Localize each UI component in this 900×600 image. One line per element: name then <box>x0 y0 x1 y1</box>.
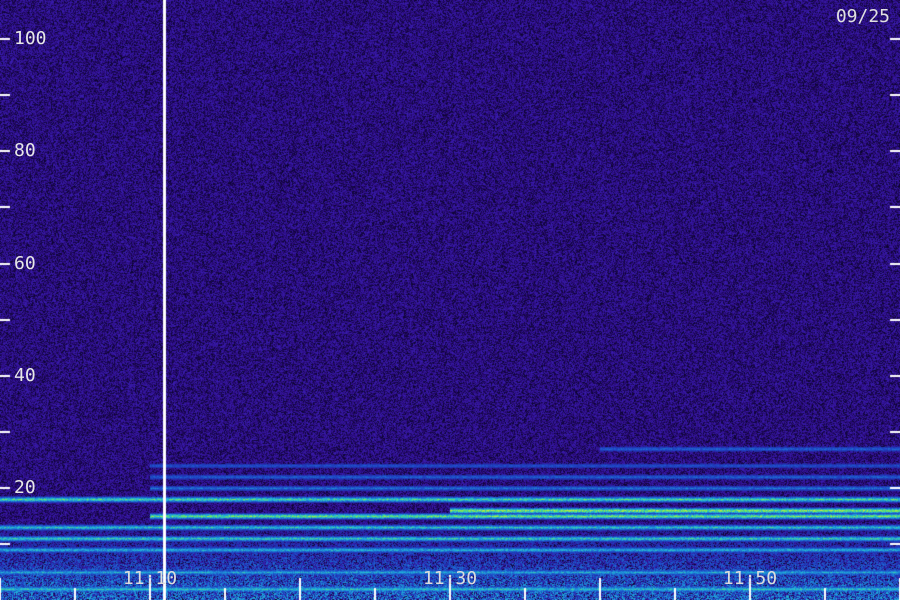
x-tick-label-1130: 11:30 <box>422 568 478 589</box>
date-stamp: 09/25 <box>835 6 890 27</box>
x-tick-label-1110: 11:10 <box>122 568 178 589</box>
y-tick-label-100: 100 <box>14 28 47 50</box>
spectrogram-heatmap <box>0 0 900 600</box>
y-tick-label-20: 20 <box>14 476 36 498</box>
y-tick-label-40: 40 <box>14 364 36 386</box>
y-tick-label-60: 60 <box>14 252 36 274</box>
x-tick-label-1150: 11:50 <box>722 568 778 589</box>
y-tick-label-80: 80 <box>14 140 36 162</box>
